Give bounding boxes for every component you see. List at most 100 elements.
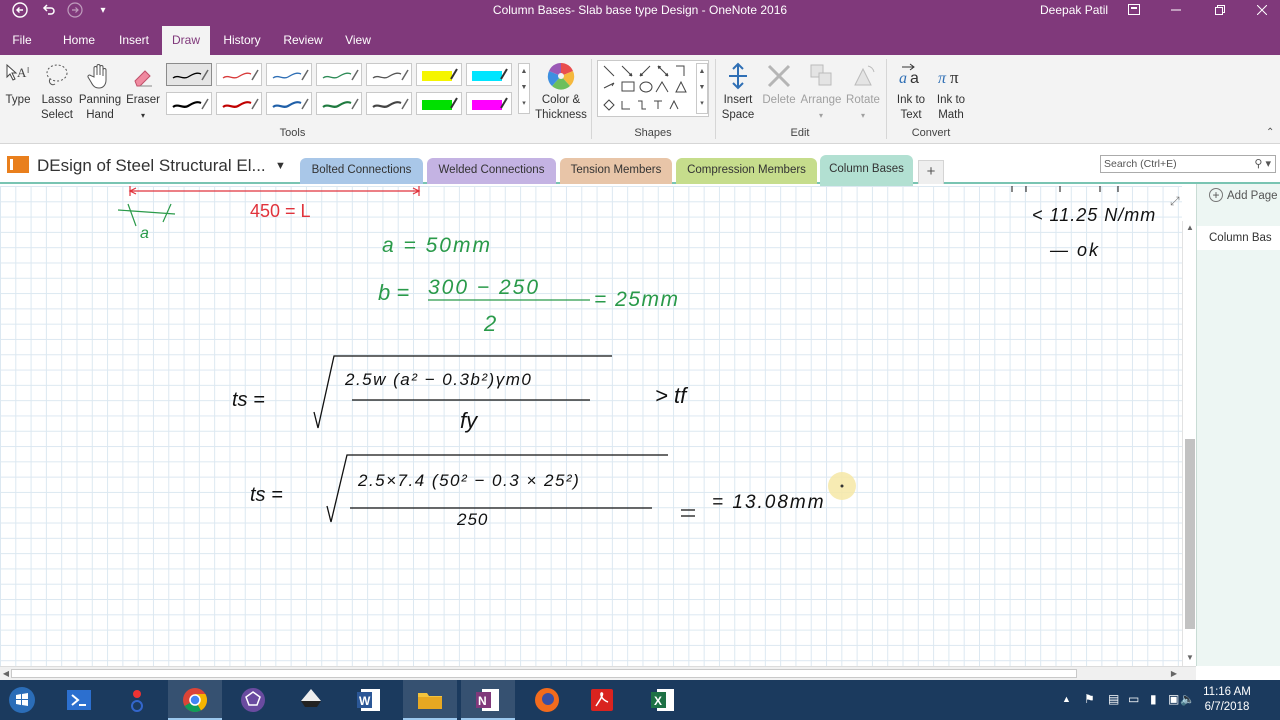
search-icon[interactable]: ⚲ ▾ [1254,156,1271,172]
tab-history[interactable]: History [216,22,268,55]
page-canvas[interactable]: 450 = L a a = 50mm b = 300 − 250 2 = 25m… [0,186,1182,666]
restore-icon[interactable] [1210,1,1230,21]
page-item-column-bases[interactable]: Column Bas [1197,226,1280,250]
taskbar-word[interactable]: W [342,680,396,720]
lasso-label-2: Select [41,109,73,121]
rotate-button[interactable]: Rotate ▾ [844,61,882,123]
section-tab-tension-members[interactable]: Tension Members [560,158,672,184]
horizontal-scrollbar[interactable]: ◀ ▶ [0,666,1196,680]
horizontal-scroll-thumb[interactable] [11,669,1077,678]
shapes-gallery[interactable] [597,60,709,117]
taskbar-app[interactable] [110,680,164,720]
pen-swatch[interactable] [316,92,362,115]
tray-app-icon[interactable]: ▤ [1108,692,1119,706]
taskbar-acrobat[interactable] [575,680,629,720]
windows-logo-icon [9,687,35,713]
lasso-select-button[interactable]: Lasso Select [38,61,76,123]
panning-hand-button[interactable]: Panning Hand [78,61,122,123]
ts-calc-result: = 13.08mm [712,492,826,513]
ts-formula-comparison: > tf [655,383,689,408]
collapse-ribbon-icon[interactable]: ⌃ [1266,127,1274,138]
color-thickness-button[interactable]: Color & Thickness [534,61,588,123]
type-button[interactable]: AI Type [2,61,34,108]
taskbar-app2[interactable] [226,680,280,720]
color-wheel-icon [547,63,575,90]
close-icon[interactable] [1252,1,1272,21]
tray-box-icon[interactable]: ▣ [1168,692,1179,706]
section-tab-welded-connections[interactable]: Welded Connections [427,158,556,184]
pen-swatch[interactable] [366,92,412,115]
pen-swatch[interactable] [266,63,312,86]
section-tab-compression-members[interactable]: Compression Members [676,158,817,184]
folder-icon [418,693,442,709]
section-tab-column-bases[interactable]: Column Bases [820,155,913,186]
tab-home[interactable]: Home [56,22,102,55]
add-section-button[interactable]: + [918,160,944,184]
arrange-dropdown-icon: ▾ [818,111,823,120]
minimize-icon[interactable] [1166,1,1186,21]
excel-icon: X [651,689,674,711]
pen-swatch[interactable] [466,92,512,115]
taskbar-powershell[interactable] [52,680,106,720]
pen-swatch[interactable] [416,63,462,86]
tab-insert[interactable]: Insert [112,22,156,55]
user-name[interactable]: Deepak Patil [1040,3,1108,17]
tab-file[interactable]: File [4,22,40,55]
scroll-thumb[interactable] [1185,439,1195,629]
search-input[interactable]: Search (Ctrl+E) ⚲ ▾ [1100,155,1276,173]
scroll-up-icon[interactable]: ▲ [1183,221,1197,235]
eraser-dropdown-icon[interactable]: ▾ [141,111,145,120]
tray-overflow-icon[interactable]: ▲ [1062,694,1071,704]
eraser-button[interactable]: Eraser ▾ [124,61,162,123]
ribbon-display-icon[interactable] [1124,1,1144,21]
volume-icon[interactable]: 🔈 [1180,692,1195,706]
ts-calc-lhs: ts = [250,484,283,506]
taskbar-file-explorer[interactable] [403,680,457,720]
pen-swatch[interactable] [366,63,412,86]
taskbar-app3[interactable] [284,680,338,720]
tab-review[interactable]: Review [278,22,328,55]
taskbar-firefox[interactable] [520,680,574,720]
pdf-icon [591,689,613,711]
pen-swatch[interactable] [216,92,262,115]
color-label-2: Thickness [535,109,587,121]
arrange-button[interactable]: Arrange ▾ [798,61,844,123]
scroll-right-icon[interactable]: ▶ [1168,667,1180,680]
taskbar-onenote[interactable]: N [461,680,515,720]
tab-draw[interactable]: Draw [162,26,210,55]
notebook-dropdown-icon[interactable]: ▼ [275,160,286,172]
taskbar-excel[interactable]: X [636,680,690,720]
notebook-name[interactable]: DEsign of Steel Structural El... [37,156,266,176]
ink-to-text-button[interactable]: aa Ink to Text [890,61,932,123]
battery-icon[interactable]: ▮ [1150,692,1157,706]
tab-view[interactable]: View [338,22,378,55]
pen-swatch[interactable] [316,63,362,86]
taskbar-clock[interactable]: 11:16 AM 6/7/2018 [1197,685,1257,715]
tools-group-label: Tools [279,127,306,139]
equation-b-lhs: b = [378,280,409,305]
pen-swatch[interactable] [216,63,262,86]
pen-gallery-scroll[interactable]: ▲ ▼ ▾ [518,63,530,114]
scroll-down-icon[interactable]: ▼ [1183,651,1197,665]
ink-to-math-label-2: Math [938,109,964,121]
lasso-label-1: Lasso [41,94,73,106]
start-button[interactable] [0,680,44,720]
network-icon[interactable]: ▭ [1128,692,1139,706]
svg-text:a: a [899,70,907,87]
taskbar-chrome[interactable] [168,680,222,720]
expand-page-icon[interactable]: ⤢ [1170,194,1180,209]
flag-icon[interactable]: ⚑ [1084,692,1095,706]
shapes-gallery-scroll[interactable]: ▲ ▼ ▾ [696,63,708,114]
pen-swatch[interactable] [466,63,512,86]
insert-space-button[interactable]: Insert Space [718,61,758,123]
vertical-scrollbar[interactable]: ▲ ▼ [1182,221,1196,666]
add-page-button[interactable]: + Add Page [1209,188,1278,202]
section-tab-bolted-connections[interactable]: Bolted Connections [300,158,423,184]
ink-to-math-button[interactable]: ππ Ink to Math [930,61,972,123]
pen-swatch[interactable] [416,92,462,115]
delete-button[interactable]: Delete [760,61,798,108]
notebook-icon[interactable] [7,156,29,173]
pen-swatch[interactable] [266,92,312,115]
pen-swatch[interactable] [166,63,212,86]
pen-swatch[interactable] [166,92,212,115]
